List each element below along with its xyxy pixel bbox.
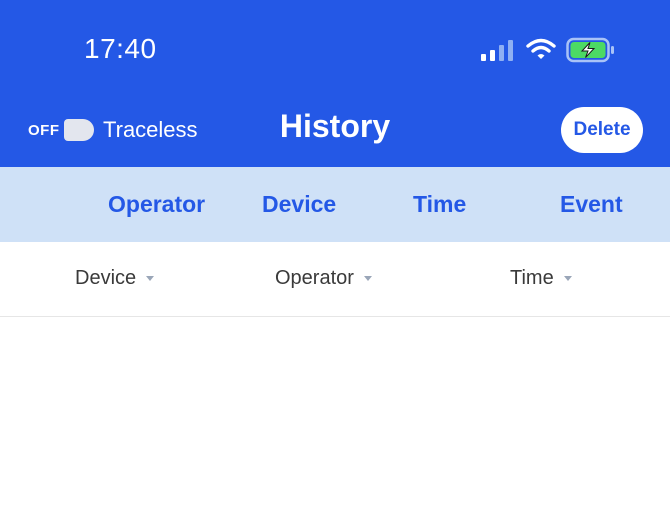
header-bar: 17:40 OFF Traceless History Delete xyxy=(0,0,670,167)
filter-time-dropdown[interactable]: Time xyxy=(510,267,572,290)
wifi-icon xyxy=(526,38,556,59)
filter-device-label: Device xyxy=(75,267,137,289)
tab-device[interactable]: Device xyxy=(262,191,336,218)
status-time: 17:40 xyxy=(84,33,157,64)
cellular-signal-icon xyxy=(481,40,513,61)
tab-operator[interactable]: Operator xyxy=(108,191,205,218)
tab-event[interactable]: Event xyxy=(560,191,623,218)
history-list-area xyxy=(0,317,670,526)
filter-time-label: Time xyxy=(510,267,554,289)
filter-device-dropdown[interactable]: Device xyxy=(75,267,155,290)
filter-operator-label: Operator xyxy=(275,267,354,289)
battery-charging-icon xyxy=(566,37,614,63)
delete-button[interactable]: Delete xyxy=(561,107,643,153)
tab-time[interactable]: Time xyxy=(413,191,466,218)
caret-down-icon xyxy=(146,276,155,281)
caret-down-icon xyxy=(563,276,572,281)
page-title-text: History xyxy=(279,108,391,144)
column-tab-bar: Operator Device Time Event xyxy=(0,167,670,242)
filter-operator-dropdown[interactable]: Operator xyxy=(275,267,372,290)
caret-down-icon xyxy=(363,276,372,281)
filter-bar: Device Operator Time xyxy=(0,242,670,317)
